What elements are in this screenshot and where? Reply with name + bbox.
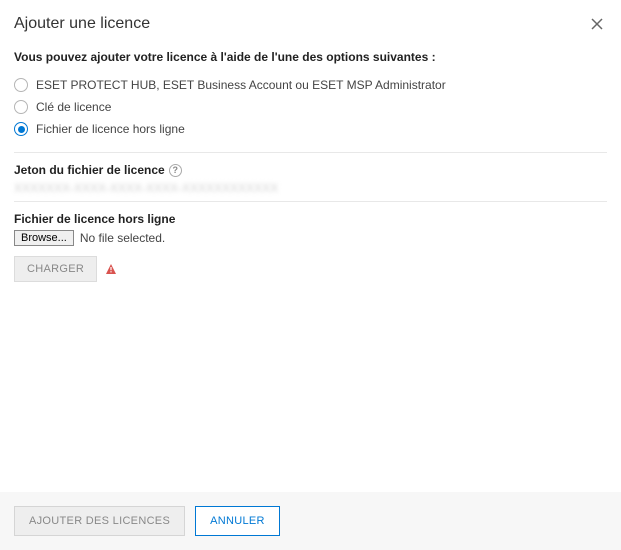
footer-spacer bbox=[290, 506, 607, 536]
add-license-dialog: Ajouter une licence Vous pouvez ajouter … bbox=[0, 0, 621, 550]
token-section-label: Jeton du fichier de licence ? bbox=[14, 163, 607, 177]
radio-label: ESET PROTECT HUB, ESET Business Account … bbox=[36, 78, 446, 92]
upload-row: CHARGER bbox=[14, 256, 607, 282]
intro-text: Vous pouvez ajouter votre licence à l'ai… bbox=[14, 50, 607, 64]
upload-button[interactable]: CHARGER bbox=[14, 256, 97, 282]
token-value: XXXXXXX-XXXX-XXXX-XXXX-XXXXXXXXXXXX bbox=[14, 181, 607, 195]
browse-button[interactable]: Browse... bbox=[14, 230, 74, 246]
radio-option-offline-file[interactable]: Fichier de licence hors ligne bbox=[14, 118, 607, 140]
token-label-text: Jeton du fichier de licence bbox=[14, 163, 165, 177]
warning-icon bbox=[105, 263, 117, 275]
radio-label: Clé de licence bbox=[36, 100, 111, 114]
add-licenses-button[interactable]: AJOUTER DES LICENCES bbox=[14, 506, 185, 536]
license-source-radio-group: ESET PROTECT HUB, ESET Business Account … bbox=[14, 74, 607, 140]
cancel-button[interactable]: ANNULER bbox=[195, 506, 280, 536]
radio-option-hub[interactable]: ESET PROTECT HUB, ESET Business Account … bbox=[14, 74, 607, 96]
radio-option-key[interactable]: Clé de licence bbox=[14, 96, 607, 118]
dialog-content: Vous pouvez ajouter votre licence à l'ai… bbox=[0, 44, 621, 492]
file-section-label: Fichier de licence hors ligne bbox=[14, 212, 607, 226]
dialog-header: Ajouter une licence bbox=[0, 0, 621, 44]
help-icon[interactable]: ? bbox=[169, 164, 182, 177]
close-button[interactable] bbox=[587, 14, 607, 34]
file-picker-row: Browse... No file selected. bbox=[14, 230, 607, 246]
section-divider bbox=[14, 201, 607, 202]
dialog-title: Ajouter une licence bbox=[14, 15, 587, 33]
radio-icon bbox=[14, 78, 28, 92]
dialog-footer: AJOUTER DES LICENCES ANNULER bbox=[0, 492, 621, 550]
radio-label: Fichier de licence hors ligne bbox=[36, 122, 185, 136]
radio-icon bbox=[14, 100, 28, 114]
file-label-text: Fichier de licence hors ligne bbox=[14, 212, 175, 226]
radio-icon bbox=[14, 122, 28, 136]
file-status-text: No file selected. bbox=[80, 231, 165, 245]
section-divider bbox=[14, 152, 607, 153]
close-icon bbox=[591, 18, 603, 30]
